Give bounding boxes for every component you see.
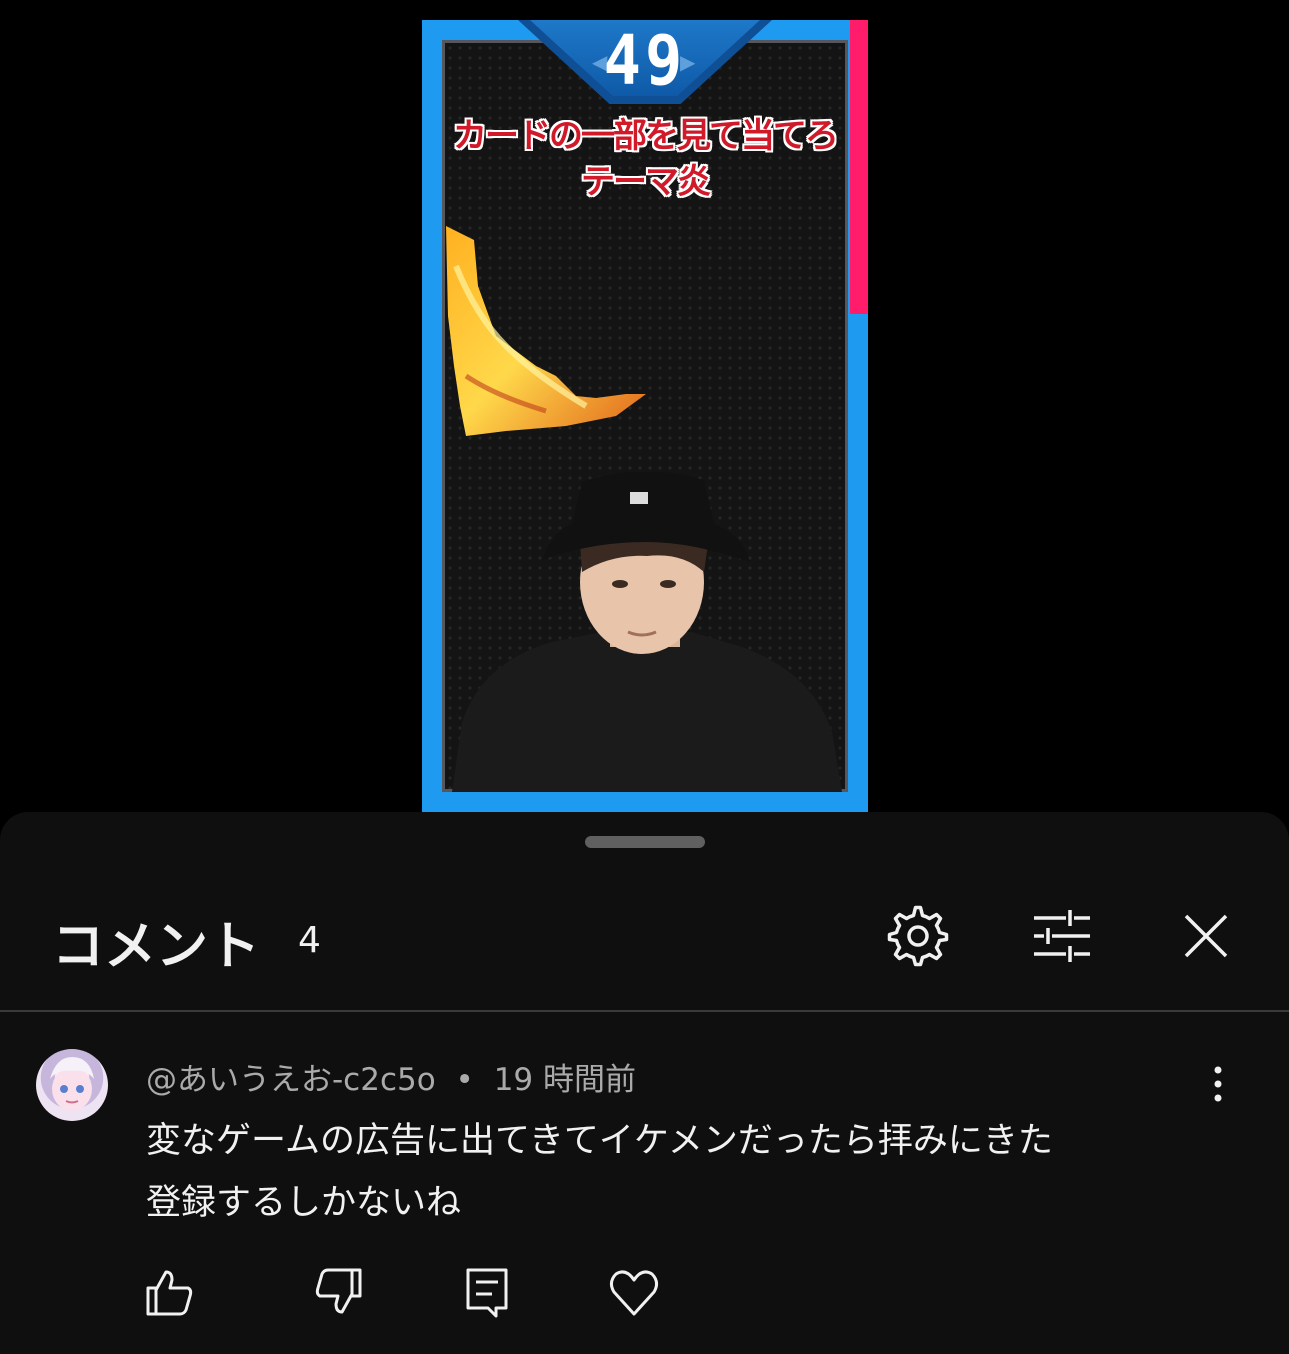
sliders-icon[interactable] <box>1030 904 1094 968</box>
drag-handle[interactable] <box>585 836 705 848</box>
reply-icon[interactable] <box>460 1264 516 1320</box>
quiz-theme: テーマ炎 <box>581 162 711 202</box>
more-vertical-icon[interactable] <box>1196 1062 1240 1106</box>
gear-icon[interactable] <box>886 904 950 968</box>
comment-timestamp: 19 時間前 <box>493 1062 637 1098</box>
avatar-image <box>50 1057 94 1111</box>
comment-meta: @あいうえお-c2c5o • 19 時間前 <box>146 1054 636 1099</box>
comments-sheet: コメント 4 @あいうえお-c2c5o • 19 時間前 変なゲームの広告に出て… <box>0 812 1289 1354</box>
comments-title: コメント <box>52 917 261 977</box>
meta-separator: • <box>455 1062 474 1098</box>
question-number: 49 <box>603 20 687 101</box>
heart-icon[interactable] <box>606 1264 662 1320</box>
comments-count: 4 <box>298 920 321 961</box>
thumbs-up-icon[interactable] <box>142 1264 198 1320</box>
comment-text-line-1: 変なゲームの広告に出てきてイケメンだったら拝みにきた <box>146 1121 1053 1161</box>
card-fragment-flame <box>446 226 646 436</box>
avatar[interactable] <box>36 1049 108 1121</box>
streamer-person <box>452 472 842 792</box>
close-icon[interactable] <box>1174 904 1238 968</box>
header-divider <box>0 1010 1289 1012</box>
comment-text-line-2: 登録するしかないね <box>146 1183 462 1223</box>
quiz-title: カードの一部を見て当てろ <box>453 116 839 156</box>
thumbs-down-icon[interactable] <box>310 1264 366 1320</box>
video-player[interactable]: ◀ ▶ 49 カードの一部を見て当てろ テーマ炎 <box>422 20 868 812</box>
comment-author[interactable]: @あいうえお-c2c5o <box>146 1062 436 1098</box>
